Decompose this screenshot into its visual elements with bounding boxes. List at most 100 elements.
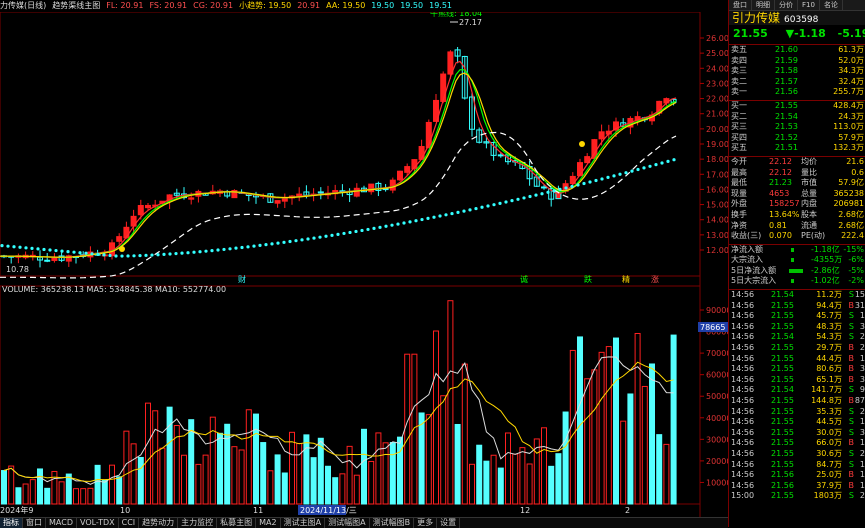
trend-dots <box>0 158 676 258</box>
x-axis-label: 2024/11/13/三 <box>300 506 357 515</box>
quote-tab[interactable]: 分价 <box>775 0 798 10</box>
tick-side: B <box>848 470 855 480</box>
tick-price: 21.55 <box>771 343 794 353</box>
tick-row: 14:56 21.55 144.8万 B 87 <box>729 396 865 407</box>
price-axis-label: 17.00 <box>706 170 728 179</box>
quote-tab[interactable]: F10 <box>798 0 820 10</box>
volume-bar <box>1 470 7 505</box>
tick-row: 15:00 21.55 1803万 S 2 <box>729 491 865 502</box>
stat-label: 今开 <box>731 156 747 166</box>
stat-value: 22.12 <box>769 167 792 177</box>
tick-row: 14:56 21.54 141.7万 S 9 <box>729 385 865 396</box>
trend-dot <box>408 220 412 224</box>
tick-volume: 44.4万 <box>816 353 842 363</box>
indicator-tabs: 指标 窗口 MACD VOL-TDX CCI 趋势动力 主力监控 私募主图 MA2 测试主图A 测试… <box>0 517 728 528</box>
book-row: 卖三 21.58 34.3万 <box>729 66 865 77</box>
trend-dot <box>402 221 406 225</box>
volume-bar <box>22 483 29 505</box>
candle-body <box>188 197 195 200</box>
book-label: 买四 <box>731 132 747 142</box>
trend-dot <box>168 252 172 256</box>
volume-badge-text: 78665 <box>700 323 725 332</box>
trend-dot <box>144 253 148 257</box>
candle-body <box>274 200 281 204</box>
trend-dot <box>414 219 418 223</box>
flow-value: -2.86亿 <box>811 265 840 275</box>
trend-dot <box>30 246 34 250</box>
book-volume: 255.7万 <box>833 87 864 97</box>
event-marker: 跌 <box>584 274 592 284</box>
indicator-value: 19.50 <box>371 1 395 10</box>
stat-value: 158257 <box>769 199 800 209</box>
volume-bar <box>281 472 288 505</box>
quote-tab[interactable]: 明细 <box>752 0 775 10</box>
indicator-value: 力传媒(日线) <box>0 1 47 10</box>
x-axis-label: 2024年9 <box>0 505 33 515</box>
stat-label: 股本 <box>801 209 817 219</box>
book-price: 21.53 <box>775 122 798 132</box>
trend-dot <box>384 224 388 228</box>
tick-count: 2 <box>859 448 865 458</box>
indicator-header: 力传媒(日线) 趋势渠线主图 FL: 20.91 FS: 20.91 CG: 20.91… <box>0 0 728 12</box>
trend-dot <box>336 232 340 236</box>
volume-bar <box>641 385 648 505</box>
tick-time: 14:56 <box>731 427 755 437</box>
stat-label: 内盘 <box>801 199 817 209</box>
ma-green-line <box>0 69 677 258</box>
tick-side: S <box>848 491 854 501</box>
stats-table: 今开 22.12 均价 21.6 最高 22.12 量比 0.6 最低 21.23 市值 57.9亿现… <box>729 157 865 242</box>
price-axis-label: 26.00 <box>706 34 728 43</box>
stat-value: 222.4 <box>841 231 864 241</box>
indicator-value: 小趋势: 19.50 <box>239 1 292 10</box>
ask-book: 卖五 21.60 61.3万 卖四 21.59 52.0万 卖三 21.58 34.3万 卖二 21… <box>729 45 865 98</box>
trend-dot <box>150 253 154 257</box>
tick-volume: 48.3万 <box>816 321 842 331</box>
tick-side: B <box>848 438 855 448</box>
stat-value: 365238 <box>833 188 864 198</box>
candle-body <box>598 131 605 140</box>
tick-time: 14:56 <box>731 343 755 353</box>
volume-bar <box>58 481 65 505</box>
tick-row: 14:56 21.56 25.0万 B 1 <box>729 470 865 481</box>
quote-tab[interactable]: 名论 <box>820 0 843 10</box>
volume-bar <box>663 443 670 505</box>
candle-body <box>397 170 403 181</box>
tick-row: 14:56 21.55 66.0万 B 1 <box>729 438 865 449</box>
tick-list[interactable]: 14:56 21.54 11.2万 S 15 14:56 21.55 94.4万 B 31 14:5… <box>729 290 865 502</box>
trend-dot <box>330 233 334 237</box>
stat-row: 外盘 158257 内盘 206981 <box>729 199 865 210</box>
volume-bar <box>289 431 295 505</box>
price-axis-label: 22.00 <box>706 95 728 104</box>
volume-bar <box>469 463 475 505</box>
tick-price: 21.54 <box>771 290 794 300</box>
volume-axis-label: 20000 <box>706 457 728 466</box>
stat-row: 今开 22.12 均价 21.6 <box>729 157 865 168</box>
tick-volume: 35.3万 <box>816 406 842 416</box>
volume-bar <box>526 463 533 505</box>
high-value: 27.17 <box>459 18 482 27</box>
tick-row: 14:56 21.54 11.2万 S 15 <box>729 290 865 301</box>
volume-bar <box>397 436 403 505</box>
kline-chart[interactable]: 26.00 25.00 24.00 23.00 22.00 21.00 20.00 19.00… <box>0 0 728 527</box>
tick-price: 21.55 <box>771 459 794 469</box>
volume-bar <box>339 473 346 505</box>
trend-dot <box>162 252 166 256</box>
stat-label: 市值 <box>801 178 817 188</box>
volume-bar <box>670 334 677 505</box>
trend-dot <box>300 238 304 242</box>
tick-count: 1 <box>859 311 865 321</box>
quote-tab[interactable]: 盘口 <box>729 0 752 10</box>
flow-row: 5日净流入额 -2.86亿 -5% <box>729 266 865 277</box>
bid-book: 买一 21.55 428.4万 买二 21.54 24.3万 买三 21.53 113.0万 买四… <box>729 101 865 154</box>
trend-dot <box>72 250 76 254</box>
tick-row: 14:56 21.55 48.3万 S 3 <box>729 322 865 333</box>
stat-value: 2.68亿 <box>838 220 864 230</box>
flow-pct: -5% <box>848 265 864 275</box>
trend-dot <box>180 251 184 255</box>
volume-bar <box>37 468 43 505</box>
stat-label: 收益(三) <box>731 231 762 241</box>
indicator-value: CG: 20.91 <box>193 1 234 10</box>
trend-dot <box>198 250 202 254</box>
candle-body <box>44 259 51 262</box>
volume-bar <box>15 487 22 505</box>
